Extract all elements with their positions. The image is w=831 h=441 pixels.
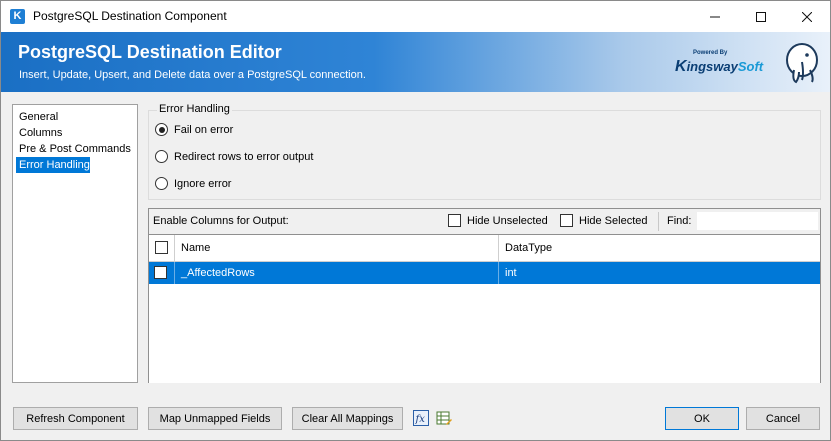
page-nav-list[interactable]: General Columns Pre & Post Commands Erro…: [12, 104, 138, 383]
header-banner: PostgreSQL Destination Editor Insert, Up…: [1, 32, 830, 92]
row-checkbox-cell: [149, 262, 175, 284]
row-checkbox[interactable]: [154, 266, 167, 279]
select-all-checkbox[interactable]: [155, 241, 168, 254]
row-datatype-cell[interactable]: int: [499, 262, 820, 284]
title-bar: K PostgreSQL Destination Component: [1, 1, 830, 32]
checkbox[interactable]: [560, 214, 573, 227]
kingswaysoft-app-icon: K: [10, 9, 25, 24]
radio-ignore-error[interactable]: Ignore error: [155, 177, 231, 190]
postgresql-elephant-icon: [786, 43, 818, 84]
close-button[interactable]: [784, 1, 830, 32]
nav-item-general[interactable]: General: [16, 109, 134, 125]
row-name-cell[interactable]: _AffectedRows: [175, 262, 499, 284]
checkbox-label: Hide Unselected: [467, 214, 548, 227]
nav-item-error-handling[interactable]: Error Handling: [16, 157, 90, 173]
find-input[interactable]: [697, 212, 818, 230]
close-icon: [802, 11, 812, 22]
output-label: Enable Columns for Output:: [153, 215, 289, 227]
columns-grid: Name DataType _AffectedRows int: [149, 234, 820, 383]
column-header-datatype[interactable]: DataType: [499, 235, 820, 261]
maximize-icon: [756, 11, 766, 22]
svg-text:fx: fx: [415, 414, 426, 425]
minimize-icon: [710, 16, 720, 17]
editor-subtitle: Insert, Update, Upsert, and Delete data …: [19, 69, 366, 81]
grid-empty-area: [149, 284, 820, 383]
maximize-button[interactable]: [738, 1, 784, 32]
radio-label: Ignore error: [174, 177, 232, 190]
function-icon: fx: [413, 410, 429, 426]
radio-label: Redirect rows to error output: [174, 150, 314, 163]
checkbox[interactable]: [448, 214, 461, 227]
radio-label: Fail on error: [174, 123, 234, 136]
grid-header: Name DataType: [149, 235, 820, 262]
table-row[interactable]: _AffectedRows int: [149, 262, 820, 284]
kingswaysoft-logo: Powered By KingswaySoft: [675, 50, 764, 75]
checkbox-label: Hide Selected: [579, 214, 648, 227]
hide-selected-checkbox[interactable]: Hide Selected: [560, 214, 648, 227]
nav-item-pre-post-commands[interactable]: Pre & Post Commands: [16, 141, 134, 157]
radio-fail-on-error[interactable]: Fail on error: [155, 123, 233, 136]
window-title: PostgreSQL Destination Component: [33, 9, 227, 23]
group-legend: Error Handling: [157, 103, 232, 115]
find-label: Find:: [667, 215, 692, 227]
output-columns-panel: Enable Columns for Output: Hide Unselect…: [148, 208, 821, 383]
radio-button[interactable]: [155, 150, 168, 163]
nav-item-columns[interactable]: Columns: [16, 125, 134, 141]
select-all-cell: [149, 235, 175, 261]
output-toolbar: Enable Columns for Output: Hide Unselect…: [149, 209, 820, 234]
refresh-component-button[interactable]: Refresh Component: [13, 407, 138, 430]
radio-redirect-rows[interactable]: Redirect rows to error output: [155, 150, 313, 163]
minimize-button[interactable]: [692, 1, 738, 32]
column-header-name[interactable]: Name: [175, 235, 499, 261]
clear-all-mappings-button[interactable]: Clear All Mappings: [292, 407, 403, 430]
error-handling-group: Error Handling Fail on error Redirect ro…: [148, 103, 821, 200]
editor-window: K PostgreSQL Destination Component Postg…: [0, 0, 831, 441]
expression-button[interactable]: fx: [412, 409, 430, 427]
editor-title: PostgreSQL Destination Editor: [18, 42, 282, 62]
hide-unselected-checkbox[interactable]: Hide Unselected: [448, 214, 548, 227]
map-unmapped-fields-button[interactable]: Map Unmapped Fields: [148, 407, 282, 430]
radio-button[interactable]: [155, 123, 168, 136]
edit-table-button[interactable]: [435, 409, 453, 427]
radio-button[interactable]: [155, 177, 168, 190]
ok-button[interactable]: OK: [665, 407, 739, 430]
edit-table-icon: [436, 411, 452, 425]
toolbar-separator: [658, 212, 659, 231]
cancel-button[interactable]: Cancel: [746, 407, 820, 430]
